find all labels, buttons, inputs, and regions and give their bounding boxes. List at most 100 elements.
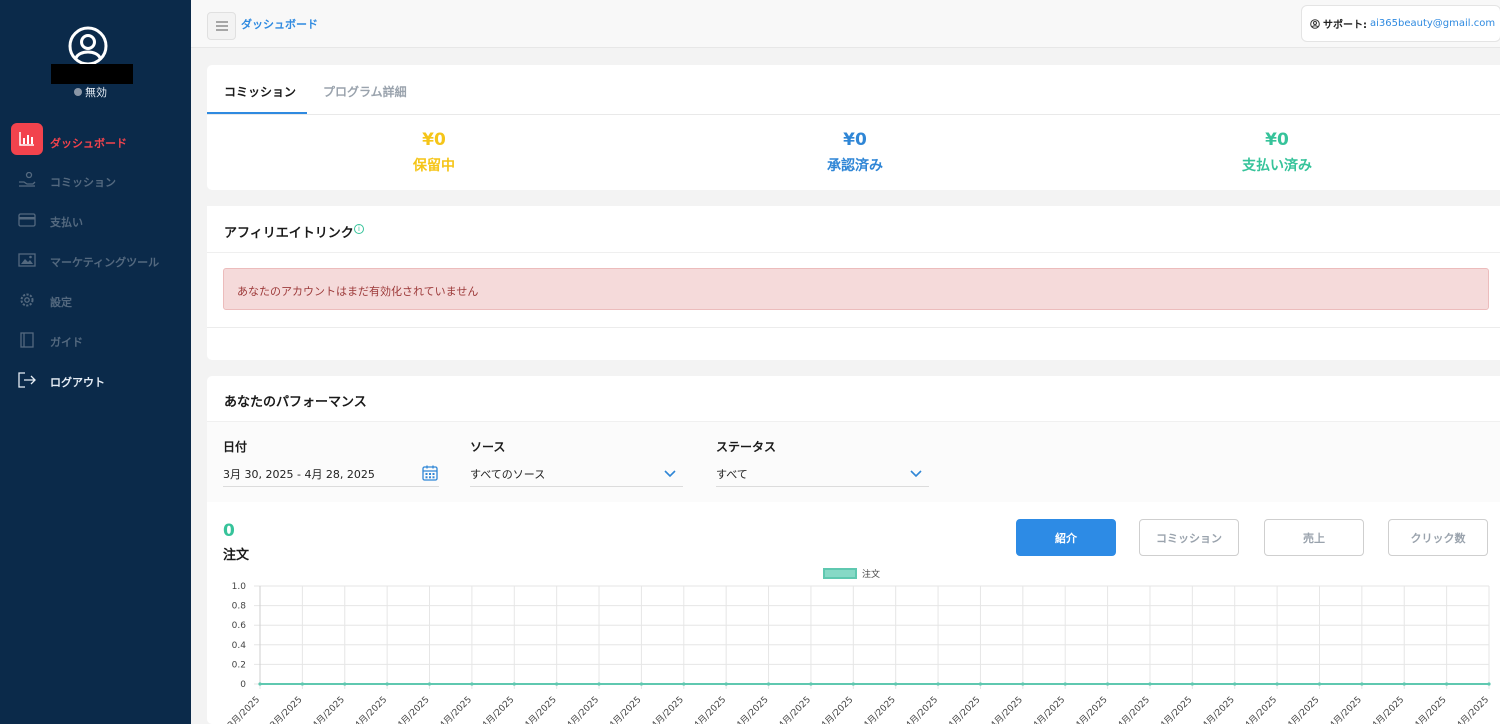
stat-amount: ¥0 bbox=[843, 130, 867, 150]
stat-amount: ¥0 bbox=[422, 130, 446, 150]
x-tick-label: 7/4月/2025 bbox=[558, 694, 601, 724]
sidebar-item-settings[interactable]: 設定 bbox=[0, 280, 191, 320]
sidebar-item-commission[interactable]: コミッション bbox=[0, 160, 191, 200]
info-icon[interactable]: i bbox=[354, 224, 364, 234]
sidebar-item-label: ガイド bbox=[50, 336, 83, 349]
tab-commission[interactable]: コミッション bbox=[224, 83, 296, 100]
x-tick-label: 18/4月/2025 bbox=[1021, 694, 1068, 724]
data-point bbox=[1190, 682, 1194, 686]
data-point bbox=[300, 682, 304, 686]
calendar-icon[interactable] bbox=[421, 464, 439, 482]
x-tick-label: 1/4月/2025 bbox=[304, 694, 347, 724]
support-email-link[interactable]: ai365beauty@gmail.com bbox=[1370, 18, 1495, 29]
source-select-value: すべてのソース bbox=[470, 468, 546, 481]
data-point bbox=[597, 682, 601, 686]
menu-toggle-button[interactable] bbox=[207, 12, 236, 40]
source-select[interactable]: すべてのソース bbox=[470, 462, 683, 487]
data-point bbox=[343, 682, 347, 686]
account-status: 無効 bbox=[74, 84, 107, 100]
sidebar-item-label: コミッション bbox=[50, 176, 116, 189]
logout-icon bbox=[17, 371, 37, 389]
hand-coin-icon bbox=[17, 171, 37, 189]
data-point bbox=[894, 682, 898, 686]
sidebar-item-guide[interactable]: ガイド bbox=[0, 320, 191, 360]
data-point bbox=[1445, 682, 1449, 686]
data-point bbox=[936, 682, 940, 686]
data-point bbox=[1487, 682, 1491, 686]
x-tick-label: 9/4月/2025 bbox=[643, 694, 686, 724]
support-label: サポート: bbox=[1323, 20, 1367, 31]
active-tab-indicator bbox=[207, 112, 307, 114]
sidebar-item-dashboard[interactable]: ダッシュボード bbox=[0, 120, 191, 160]
x-tick-label: 31/3月/2025 bbox=[258, 694, 305, 724]
status-filter-label: ステータス bbox=[716, 440, 777, 454]
data-point bbox=[682, 682, 686, 686]
book-icon bbox=[17, 331, 37, 349]
status-dot-icon bbox=[74, 88, 82, 96]
referrals-button[interactable]: 紹介 bbox=[1016, 519, 1116, 556]
x-tick-label: 14/4月/2025 bbox=[851, 694, 898, 724]
metric-label: 注文 bbox=[223, 548, 250, 563]
x-tick-label: 3/4月/2025 bbox=[389, 694, 432, 724]
date-range-value: 3月 30, 2025 - 4月 28, 2025 bbox=[223, 468, 375, 481]
commission-metric-button[interactable]: コミッション bbox=[1139, 519, 1239, 556]
x-tick-label: 20/4月/2025 bbox=[1105, 694, 1152, 724]
filter-bar: 日付 3月 30, 2025 - 4月 28, 2025 ソース すべてのソース… bbox=[207, 422, 1500, 502]
stat-approved: ¥0 承認済み bbox=[755, 130, 955, 175]
x-tick-label: 25/4月/2025 bbox=[1317, 694, 1364, 724]
sidebar-item-logout[interactable]: ログアウト bbox=[0, 360, 191, 400]
data-point bbox=[512, 682, 516, 686]
x-tick-label: 10/4月/2025 bbox=[682, 694, 729, 724]
sidebar-item-label: マーケティングツール bbox=[50, 256, 160, 269]
clicks-button[interactable]: クリック数 bbox=[1388, 519, 1488, 556]
y-tick-label: 0.2 bbox=[232, 660, 246, 670]
top-bar: ダッシュボード サポート: ai365beauty@gmail.com bbox=[191, 0, 1500, 48]
data-point bbox=[1402, 682, 1406, 686]
date-range-picker[interactable]: 3月 30, 2025 - 4月 28, 2025 bbox=[223, 462, 439, 487]
status-select-value: すべて bbox=[716, 468, 748, 481]
card-title: あなたのパフォーマンス bbox=[224, 395, 367, 410]
image-icon bbox=[17, 251, 37, 269]
stat-amount: ¥0 bbox=[1265, 130, 1289, 150]
data-point bbox=[766, 682, 771, 686]
x-tick-label: 26/4月/2025 bbox=[1360, 694, 1407, 724]
gear-icon bbox=[17, 291, 37, 309]
x-tick-label: 30/3月/2025 bbox=[215, 694, 262, 724]
stat-label: 承認済み bbox=[827, 158, 883, 174]
y-tick-label: 0.4 bbox=[232, 641, 247, 651]
x-tick-label: 15/4月/2025 bbox=[893, 694, 940, 724]
x-tick-label: 23/4月/2025 bbox=[1232, 694, 1279, 724]
data-point bbox=[1105, 682, 1110, 686]
sidebar-nav: ダッシュボード コミッション 支払い マーケティングツール 設定 ガイド ログア… bbox=[0, 120, 191, 400]
credit-card-icon bbox=[17, 211, 37, 229]
breadcrumb[interactable]: ダッシュボード bbox=[241, 16, 318, 32]
metric-value: 0 bbox=[223, 521, 235, 541]
sidebar-item-marketing-tools[interactable]: マーケティングツール bbox=[0, 240, 191, 280]
x-tick-label: 21/4月/2025 bbox=[1148, 694, 1195, 724]
support-contact: サポート: ai365beauty@gmail.com bbox=[1301, 5, 1500, 42]
stat-label: 支払い済み bbox=[1242, 158, 1312, 174]
source-filter-label: ソース bbox=[470, 440, 506, 454]
data-point bbox=[1063, 682, 1067, 686]
x-tick-label: 28/4月/2025 bbox=[1444, 694, 1491, 724]
card-title: アフィリエイトリンク bbox=[224, 226, 354, 241]
sales-button[interactable]: 売上 bbox=[1264, 519, 1364, 556]
data-point bbox=[851, 682, 855, 686]
status-select[interactable]: すべて bbox=[716, 462, 929, 487]
y-tick-label: 1.0 bbox=[232, 582, 247, 592]
orders-line-chart: 1.0 0.8 0.6 0.4 0.2 0 30/3月/202531/3月/2025 1/4月… bbox=[215, 582, 1491, 724]
user-avatar-icon[interactable] bbox=[68, 26, 108, 66]
data-point bbox=[809, 682, 813, 686]
tab-bar: コミッション プログラム詳細 bbox=[207, 65, 1500, 115]
sidebar-item-payments[interactable]: 支払い bbox=[0, 200, 191, 240]
x-tick-label: 27/4月/2025 bbox=[1402, 694, 1449, 724]
x-tick-label: 22/4月/2025 bbox=[1190, 694, 1237, 724]
x-tick-label: 2/4月/2025 bbox=[347, 694, 390, 724]
x-tick-label: 4/4月/2025 bbox=[431, 694, 474, 724]
y-tick-label: 0.6 bbox=[232, 621, 247, 631]
x-tick-label: 6/4月/2025 bbox=[516, 694, 559, 724]
data-point bbox=[639, 682, 644, 686]
tab-program-details[interactable]: プログラム詳細 bbox=[323, 83, 407, 100]
data-point bbox=[1021, 682, 1025, 686]
chevron-down-icon bbox=[910, 470, 922, 478]
